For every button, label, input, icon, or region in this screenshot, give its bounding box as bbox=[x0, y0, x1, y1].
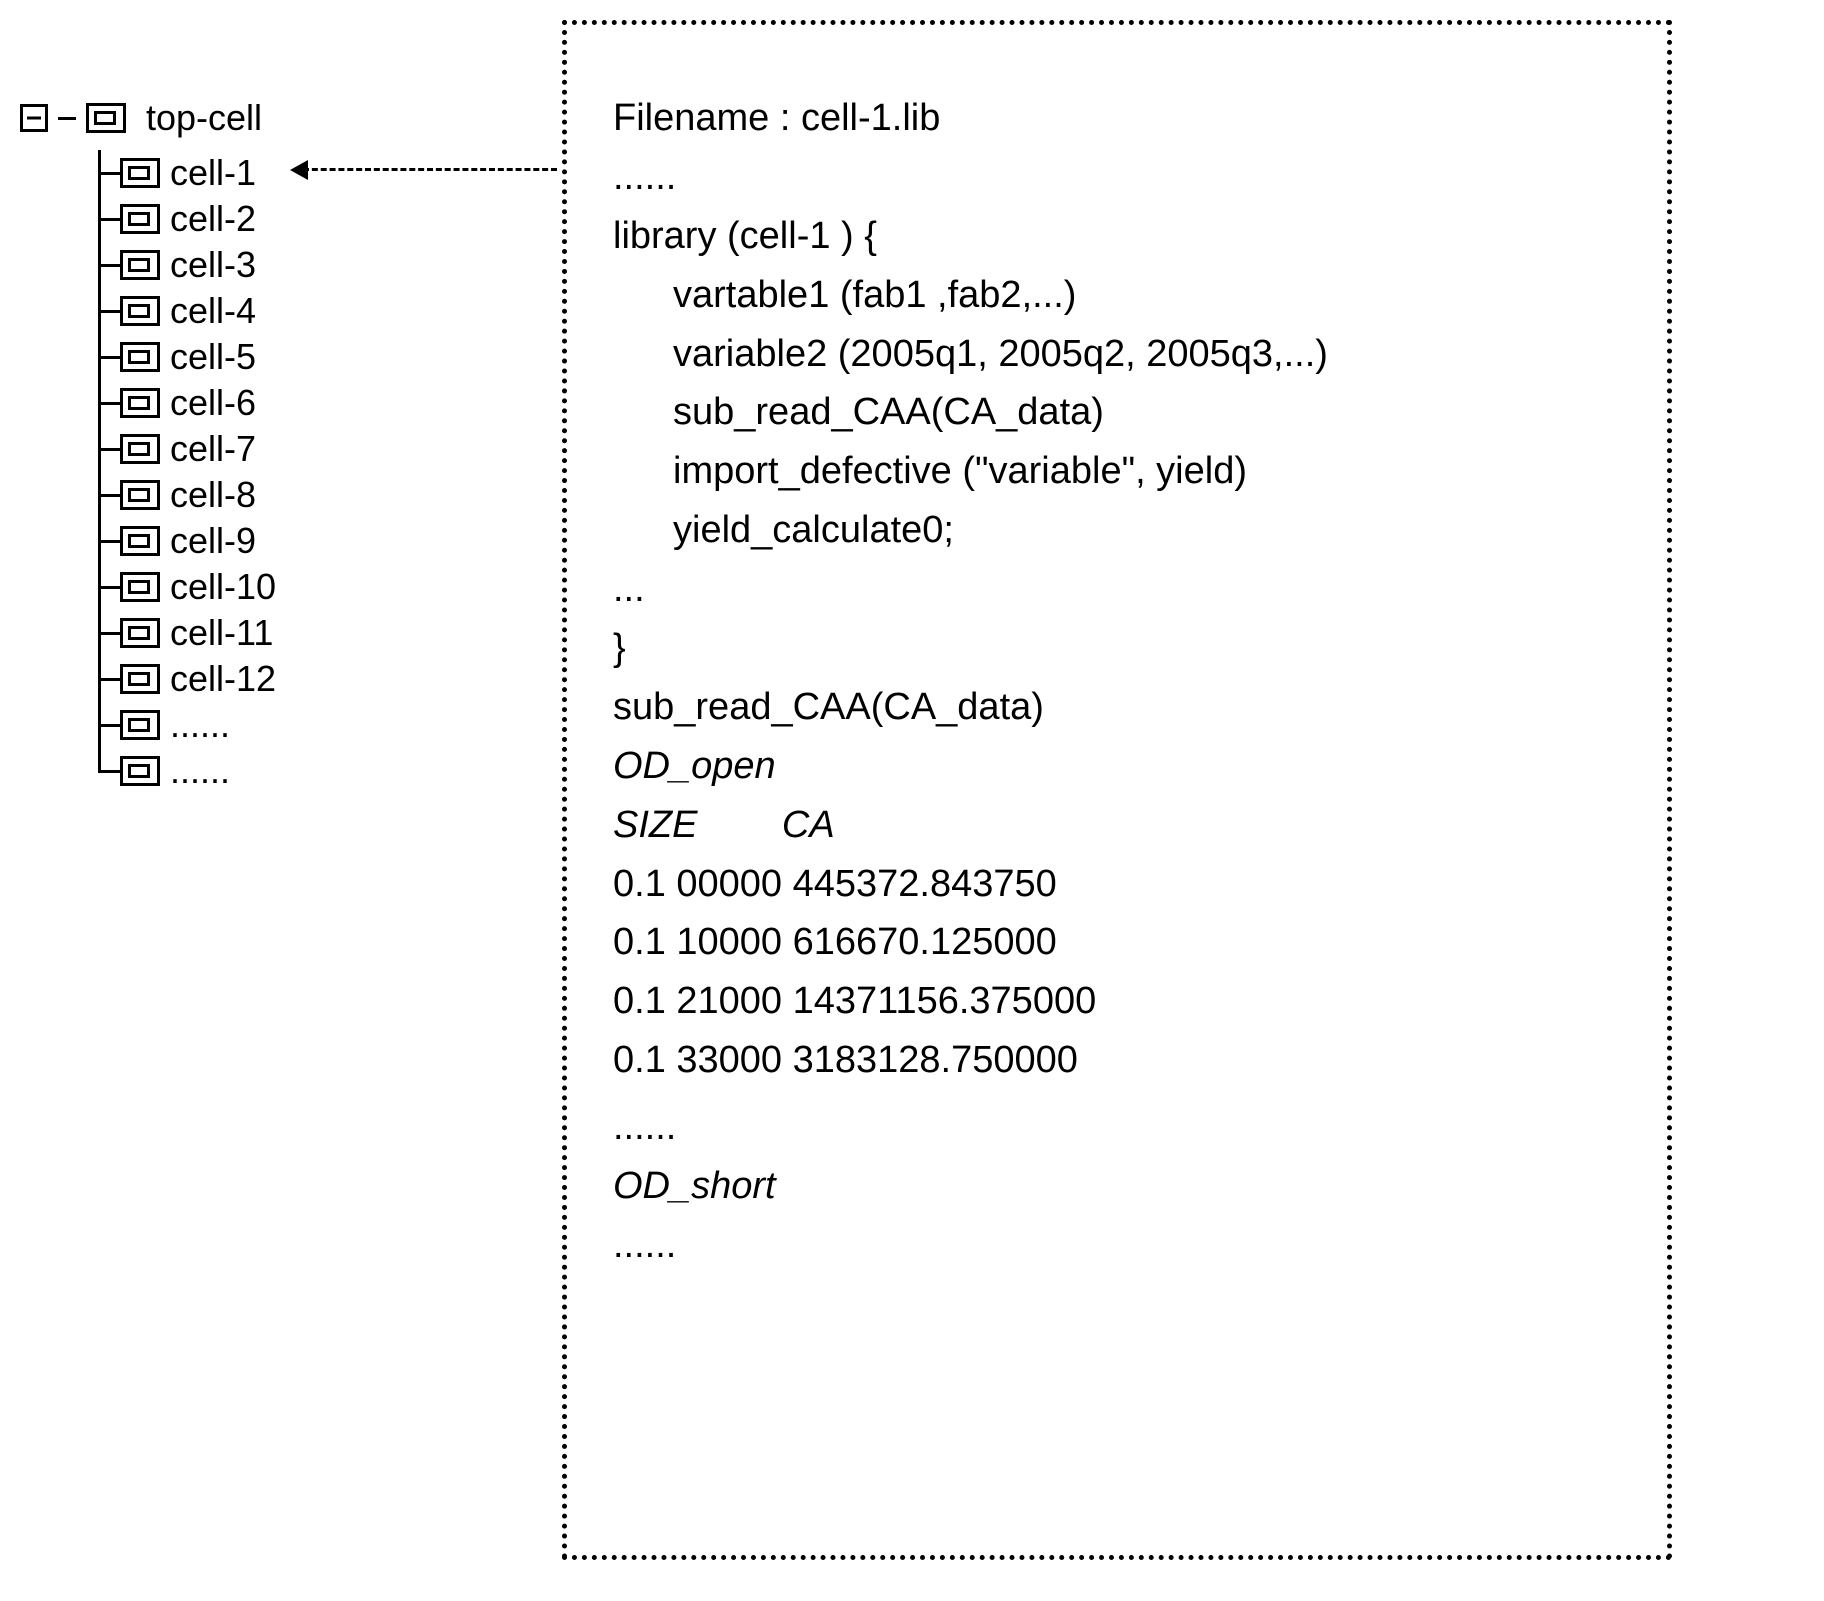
tree-node[interactable]: cell-6 bbox=[98, 380, 276, 426]
node-label: cell-10 bbox=[170, 569, 276, 605]
cell-icon bbox=[120, 618, 160, 648]
tree-node[interactable]: cell-5 bbox=[98, 334, 276, 380]
node-label: cell-8 bbox=[170, 477, 256, 513]
tree-connector bbox=[98, 310, 120, 313]
node-label: cell-2 bbox=[170, 201, 256, 237]
cell-icon bbox=[120, 250, 160, 280]
tree-node[interactable]: cell-9 bbox=[98, 518, 276, 564]
ellipsis: ...... bbox=[613, 1098, 1627, 1157]
data-row: 0.1 10000 616670.125000 bbox=[613, 913, 1627, 972]
cell-icon bbox=[120, 296, 160, 326]
tree-connector bbox=[98, 724, 120, 727]
tree-connector bbox=[98, 218, 120, 221]
ellipsis: ...... bbox=[613, 148, 1627, 207]
cell-icon bbox=[120, 342, 160, 372]
tree-connector bbox=[98, 540, 120, 543]
tree-node[interactable]: ...... bbox=[98, 748, 276, 794]
node-label: cell-7 bbox=[170, 431, 256, 467]
tree-node[interactable]: cell-1 bbox=[98, 150, 276, 196]
node-label: cell-11 bbox=[170, 615, 273, 651]
section-od-short: OD_short bbox=[613, 1157, 1627, 1216]
code-line: variable2 (2005q1, 2005q2, 2005q3,...) bbox=[673, 325, 1627, 384]
library-open: library (cell-1 ) { bbox=[613, 207, 1627, 266]
tree-connector bbox=[58, 117, 76, 120]
data-row: 0.1 00000 445372.843750 bbox=[613, 855, 1627, 914]
tree-node[interactable]: cell-10 bbox=[98, 564, 276, 610]
table-header: SIZE CA bbox=[613, 796, 1627, 855]
tree-connector bbox=[98, 356, 120, 359]
tree-connector bbox=[98, 494, 120, 497]
cell-icon bbox=[120, 526, 160, 556]
filename-header: Filename : cell-1.lib bbox=[613, 89, 1627, 148]
ellipsis: ...... bbox=[613, 1216, 1627, 1275]
tree-node[interactable]: cell-8 bbox=[98, 472, 276, 518]
code-line: import_defective ("variable", yield) bbox=[673, 442, 1627, 501]
cell-icon bbox=[86, 103, 126, 133]
code-line: vartable1 (fab1 ,fab2,...) bbox=[673, 266, 1627, 325]
section-od-open: OD_open bbox=[613, 737, 1627, 796]
code-line: sub_read_CAA(CA_data) bbox=[673, 383, 1627, 442]
file-content-panel: Filename : cell-1.lib ...... library (ce… bbox=[562, 20, 1672, 1560]
node-label: ...... bbox=[170, 753, 230, 789]
cell-icon bbox=[120, 158, 160, 188]
tree-node[interactable]: cell-4 bbox=[98, 288, 276, 334]
node-label: ...... bbox=[170, 707, 230, 743]
code-line: yield_calculate0; bbox=[673, 501, 1627, 560]
tree-connector bbox=[98, 678, 120, 681]
tree-connector bbox=[98, 632, 120, 635]
cell-icon bbox=[120, 480, 160, 510]
tree-connector bbox=[98, 448, 120, 451]
tree-node[interactable]: ...... bbox=[98, 702, 276, 748]
cell-icon bbox=[120, 434, 160, 464]
tree-root[interactable]: top-cell bbox=[20, 100, 276, 136]
tree-node[interactable]: cell-3 bbox=[98, 242, 276, 288]
cell-icon bbox=[120, 572, 160, 602]
expand-icon[interactable] bbox=[20, 104, 48, 132]
tree-node[interactable]: cell-2 bbox=[98, 196, 276, 242]
ellipsis: ... bbox=[613, 560, 1627, 619]
reference-arrow-line bbox=[303, 168, 557, 171]
node-label: cell-3 bbox=[170, 247, 256, 283]
node-label: cell-9 bbox=[170, 523, 256, 559]
tree-connector bbox=[98, 172, 120, 175]
node-label: cell-5 bbox=[170, 339, 256, 375]
tree-node[interactable]: cell-7 bbox=[98, 426, 276, 472]
hierarchy-tree: top-cell cell-1 cell-2 cell-3 bbox=[20, 100, 276, 794]
node-label: cell-1 bbox=[170, 155, 256, 191]
reference-arrow-head-icon bbox=[290, 160, 308, 180]
cell-icon bbox=[120, 204, 160, 234]
tree-children: cell-1 cell-2 cell-3 cell-4 cell-5 bbox=[98, 150, 276, 794]
cell-icon bbox=[120, 388, 160, 418]
tree-connector bbox=[98, 402, 120, 405]
sub-call: sub_read_CAA(CA_data) bbox=[613, 678, 1627, 737]
tree-node[interactable]: cell-12 bbox=[98, 656, 276, 702]
library-close: } bbox=[613, 619, 1627, 678]
node-label: cell-4 bbox=[170, 293, 256, 329]
cell-icon bbox=[120, 664, 160, 694]
tree-connector bbox=[98, 586, 120, 589]
cell-icon bbox=[120, 710, 160, 740]
tree-node[interactable]: cell-11 bbox=[98, 610, 276, 656]
tree-connector bbox=[98, 770, 120, 773]
root-label: top-cell bbox=[146, 100, 262, 136]
data-row: 0.1 21000 14371156.375000 bbox=[613, 972, 1627, 1031]
cell-icon bbox=[120, 756, 160, 786]
node-label: cell-6 bbox=[170, 385, 256, 421]
node-label: cell-12 bbox=[170, 661, 276, 697]
data-row: 0.1 33000 3183128.750000 bbox=[613, 1031, 1627, 1090]
tree-connector bbox=[98, 264, 120, 267]
